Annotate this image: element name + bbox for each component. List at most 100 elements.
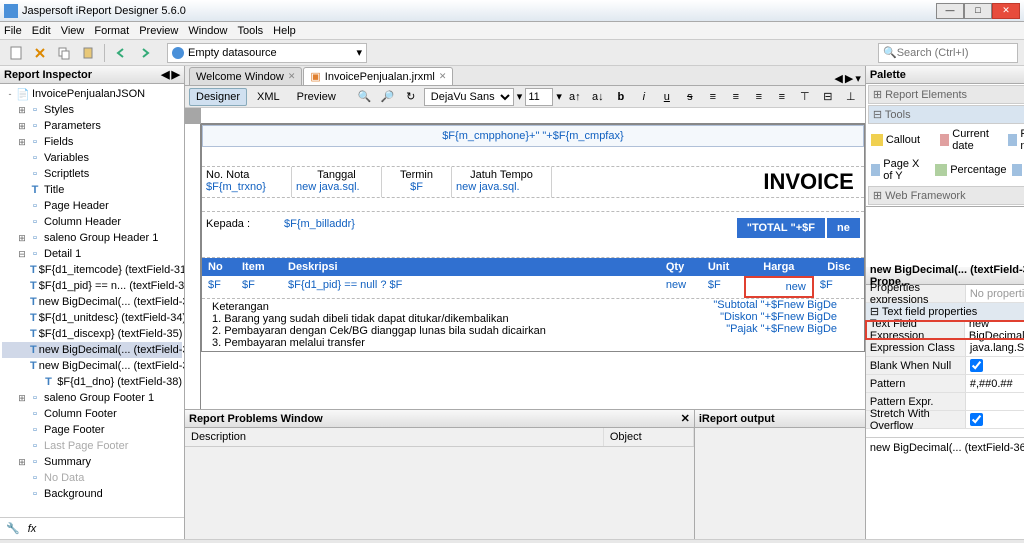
- report-page[interactable]: $F{m_cmpphone}+" "+$F{m_cmpfax} No. Nota…: [201, 124, 865, 409]
- table-header[interactable]: No Item Deskripsi Qty Unit Harga Disc: [202, 258, 864, 276]
- tree-node[interactable]: ⊞▫Styles: [2, 102, 182, 118]
- tree-node[interactable]: Tnew BigDecimal(... (textField-37): [2, 358, 182, 374]
- minimize-button[interactable]: —: [936, 3, 964, 19]
- palette-pagenumber[interactable]: Page number: [1007, 127, 1024, 153]
- italic-icon[interactable]: i: [634, 87, 654, 107]
- keterangan-label[interactable]: Keterangan: [212, 301, 664, 313]
- col-object[interactable]: Object: [604, 428, 694, 446]
- menu-edit[interactable]: Edit: [32, 25, 51, 37]
- size-down-icon[interactable]: a↓: [588, 87, 608, 107]
- invoice-title[interactable]: INVOICE: [552, 167, 864, 197]
- checkbox[interactable]: [970, 359, 983, 372]
- align-right-icon[interactable]: ≡: [749, 87, 769, 107]
- undo-button[interactable]: [111, 43, 131, 63]
- val-nota[interactable]: $F{m_trxno}: [206, 181, 287, 193]
- val-termin[interactable]: $F: [386, 181, 447, 193]
- property-row[interactable]: Text Field Expressionnew BigDecimal($F{d…: [866, 321, 1024, 339]
- note-3[interactable]: 3. Pembayaran melalui transfer: [212, 337, 664, 349]
- note-2[interactable]: 2. Pembayaran dengan Cek/BG dianggap lun…: [212, 325, 664, 337]
- tree-node[interactable]: ⊞▫saleno Group Header 1: [2, 230, 182, 246]
- tree-node[interactable]: ▫Scriptlets: [2, 166, 182, 182]
- search-input[interactable]: [897, 47, 1013, 59]
- refresh-icon[interactable]: ↻: [401, 87, 421, 107]
- datasource-selector[interactable]: Empty datasource ▾: [167, 43, 367, 63]
- palette-section-tools[interactable]: ⊟ Tools: [868, 105, 1024, 124]
- tree-node[interactable]: ▫Column Footer: [2, 406, 182, 422]
- tree-node[interactable]: ▫Page Footer: [2, 422, 182, 438]
- dropdown-icon[interactable]: ▾: [517, 90, 523, 103]
- valign-mid-icon[interactable]: ⊟: [818, 87, 838, 107]
- tree-node[interactable]: T$F{d1_itemcode} (textField-31): [2, 262, 182, 278]
- total-value[interactable]: ne: [827, 218, 860, 238]
- valign-bot-icon[interactable]: ⊥: [841, 87, 861, 107]
- strike-icon[interactable]: s: [680, 87, 700, 107]
- note-1[interactable]: 1. Barang yang sudah dibeli tidak dapat …: [212, 313, 664, 325]
- tree-node[interactable]: Tnew BigDecimal(... (textField-33): [2, 294, 182, 310]
- menu-window[interactable]: Window: [188, 25, 227, 37]
- menu-help[interactable]: Help: [273, 25, 296, 37]
- tree-node[interactable]: ▫Last Page Footer: [2, 438, 182, 454]
- redo-button[interactable]: [135, 43, 155, 63]
- inspector-tree[interactable]: -📄InvoicePenjualanJSON ⊞▫Styles⊞▫Paramet…: [0, 84, 184, 517]
- table-row[interactable]: $F $F $F{d1_pid} == null ? $F new $F new…: [202, 276, 864, 298]
- tree-node[interactable]: TTitle: [2, 182, 182, 198]
- total-label[interactable]: "TOTAL "+$F: [737, 218, 825, 238]
- tree-node[interactable]: T$F{d1_pid} == n... (textField-32): [2, 278, 182, 294]
- menu-view[interactable]: View: [61, 25, 85, 37]
- tab-next-icon[interactable]: ▶: [845, 72, 853, 85]
- menu-tools[interactable]: Tools: [237, 25, 263, 37]
- tree-node[interactable]: ▫No Data: [2, 470, 182, 486]
- panel-prev-icon[interactable]: ◀: [161, 68, 169, 81]
- valign-top-icon[interactable]: ⊤: [795, 87, 815, 107]
- align-center-icon[interactable]: ≡: [726, 87, 746, 107]
- label-tanggal[interactable]: Tanggal: [296, 169, 377, 181]
- dropdown-icon[interactable]: ▾: [556, 90, 562, 103]
- tree-node[interactable]: ⊞▫Fields: [2, 134, 182, 150]
- label-nota[interactable]: No. Nota: [206, 169, 287, 181]
- tab-invoice[interactable]: ▣InvoicePenjualan.jrxml✕: [303, 67, 453, 85]
- tree-node[interactable]: T$F{d1_unitdesc} (textField-34): [2, 310, 182, 326]
- close-icon[interactable]: ✕: [288, 71, 296, 82]
- tree-node[interactable]: T$F{d1_discexp} (textField-35): [2, 326, 182, 342]
- checkbox[interactable]: [970, 413, 983, 426]
- zoom-out-icon[interactable]: 🔎: [378, 87, 398, 107]
- tree-node[interactable]: ⊞▫Summary: [2, 454, 182, 470]
- header-expression[interactable]: $F{m_cmpphone}+" "+$F{m_cmpfax}: [202, 125, 864, 147]
- copy-button[interactable]: [54, 43, 74, 63]
- tree-node[interactable]: Tnew BigDecimal(... (textField-36): [2, 342, 182, 358]
- tree-node[interactable]: ⊟▫Detail 1: [2, 246, 182, 262]
- fx-icon[interactable]: fx: [28, 523, 37, 535]
- tab-welcome[interactable]: Welcome Window✕: [189, 67, 302, 85]
- tab-prev-icon[interactable]: ◀: [834, 72, 842, 85]
- tree-node[interactable]: ▫Background: [2, 486, 182, 502]
- zoom-in-icon[interactable]: 🔍: [355, 87, 375, 107]
- tree-root[interactable]: -📄InvoicePenjualanJSON: [2, 86, 182, 102]
- tree-node[interactable]: ▫Column Header: [2, 214, 182, 230]
- property-row[interactable]: Stretch With Overflow: [866, 411, 1024, 429]
- search-box[interactable]: 🔍: [878, 43, 1018, 63]
- palette-callout[interactable]: Callout: [870, 127, 935, 153]
- property-row[interactable]: Pattern#,##0.##…: [866, 375, 1024, 393]
- palette-percentage[interactable]: Percentage: [934, 157, 1007, 183]
- menu-preview[interactable]: Preview: [139, 25, 178, 37]
- paste-button[interactable]: [78, 43, 98, 63]
- tree-node[interactable]: T$F{d1_dno} (textField-38): [2, 374, 182, 390]
- preview-tab[interactable]: Preview: [290, 88, 343, 106]
- maximize-button[interactable]: □: [964, 3, 992, 19]
- font-size-input[interactable]: [525, 88, 553, 106]
- underline-icon[interactable]: u: [657, 87, 677, 107]
- close-icon[interactable]: ✕: [681, 412, 690, 425]
- design-canvas[interactable]: $F{m_cmpphone}+" "+$F{m_cmpfax} No. Nota…: [185, 108, 865, 409]
- align-justify-icon[interactable]: ≡: [772, 87, 792, 107]
- selected-cell[interactable]: new: [744, 276, 814, 298]
- close-icon[interactable]: ✕: [439, 71, 447, 82]
- cut-button[interactable]: [30, 43, 50, 63]
- tree-node[interactable]: ⊞▫saleno Group Footer 1: [2, 390, 182, 406]
- bold-icon[interactable]: b: [611, 87, 631, 107]
- tree-node[interactable]: ▫Page Header: [2, 198, 182, 214]
- size-up-icon[interactable]: a↑: [565, 87, 585, 107]
- align-left-icon[interactable]: ≡: [703, 87, 723, 107]
- property-row[interactable]: Blank When Null: [866, 357, 1024, 375]
- font-select[interactable]: DejaVu Sans: [424, 88, 514, 106]
- new-button[interactable]: [6, 43, 26, 63]
